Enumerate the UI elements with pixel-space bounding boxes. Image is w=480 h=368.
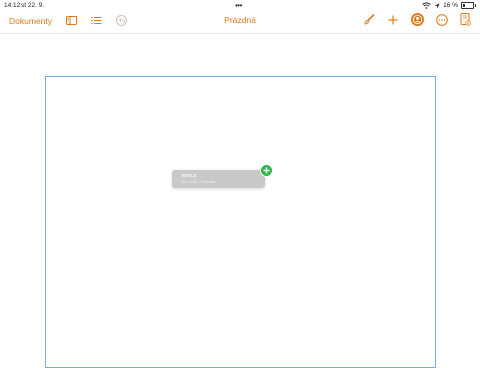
dragged-file-preview[interactable]: ARKLE 22.9.2021 7 minutes: [172, 170, 265, 188]
document-page[interactable]: [45, 76, 436, 368]
document-view-icon[interactable]: [460, 13, 471, 26]
collaborate-icon[interactable]: [411, 13, 424, 26]
toolbar: Dokumenty Prázdná: [0, 11, 480, 34]
location-icon: [434, 3, 440, 8]
battery-percent: 16 %: [443, 2, 458, 9]
multitasking-dots[interactable]: •••: [235, 1, 242, 10]
paintbrush-icon[interactable]: [363, 13, 375, 26]
status-bar: 14:12 st 22. 9. ••• 16 %: [0, 0, 480, 11]
more-icon[interactable]: [436, 13, 448, 26]
battery-icon: [461, 2, 476, 9]
wifi-icon: [422, 2, 432, 9]
status-date: st 22. 9.: [21, 2, 45, 9]
plus-icon[interactable]: [387, 14, 399, 26]
toolbar-right: [351, 13, 471, 26]
status-time: 14:12: [4, 2, 21, 9]
dragged-file-name: ARKLE: [181, 173, 197, 178]
status-right: 16 %: [422, 2, 476, 9]
dragged-file-meta: 22.9.2021 7 minutes: [181, 180, 216, 184]
add-copy-icon: [261, 165, 272, 176]
